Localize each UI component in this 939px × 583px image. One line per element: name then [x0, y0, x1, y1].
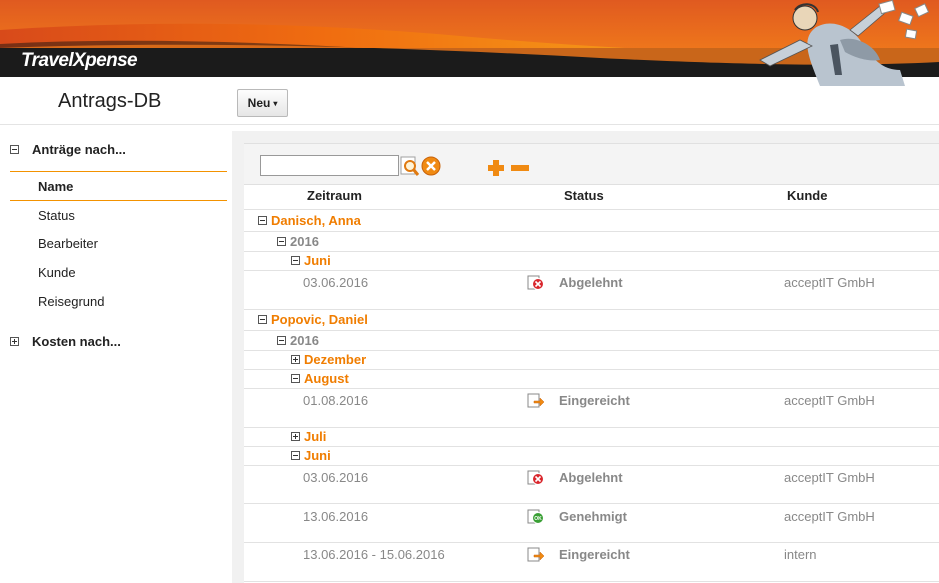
tree-person[interactable]: Popovic, Daniel	[258, 312, 368, 327]
sidebar-group-costs[interactable]: Kosten nach...	[10, 334, 121, 349]
tree-year[interactable]: 2016	[277, 234, 319, 249]
person-name: Danisch, Anna	[271, 213, 361, 228]
collapse-icon[interactable]	[291, 451, 300, 460]
month-label: Juni	[304, 253, 331, 268]
sidebar-item-kunde[interactable]: Kunde	[10, 257, 227, 287]
status-cell: Abgelehnt	[559, 275, 623, 290]
month-label: August	[304, 371, 349, 386]
customer-cell: acceptIT GmbH	[784, 509, 875, 524]
customer-cell: acceptIT GmbH	[784, 275, 875, 290]
divider	[244, 503, 939, 504]
divider	[244, 369, 939, 370]
new-button-label: Neu	[247, 96, 271, 110]
period-cell[interactable]: 01.08.2016	[303, 393, 368, 408]
sidebar-item-name[interactable]: Name	[10, 171, 227, 201]
search-input[interactable]	[260, 155, 399, 176]
column-header-period[interactable]: Zeitraum	[307, 188, 362, 203]
expand-icon[interactable]	[291, 432, 300, 441]
customer-cell: acceptIT GmbH	[784, 470, 875, 485]
column-header-customer[interactable]: Kunde	[787, 188, 827, 203]
divider	[244, 270, 939, 271]
status-cell: Eingereicht	[559, 547, 630, 562]
sidebar: Anträge nach... Name Status Bearbeiter K…	[0, 125, 232, 583]
expand-icon[interactable]	[291, 355, 300, 364]
period-cell[interactable]: 03.06.2016	[303, 275, 368, 290]
status-cell: Genehmigt	[559, 509, 627, 524]
sidebar-group-requests[interactable]: Anträge nach...	[10, 142, 126, 157]
collapse-icon[interactable]	[258, 315, 267, 324]
expand-icon[interactable]	[10, 337, 19, 346]
svg-text:OK: OK	[534, 516, 542, 522]
submitted-icon	[527, 393, 545, 408]
sidebar-item-label: Bearbeiter	[38, 235, 98, 251]
sidebar-group-label: Anträge nach...	[32, 142, 126, 157]
sidebar-item-label: Name	[38, 178, 74, 194]
minus-icon[interactable]	[510, 159, 530, 177]
customer-cell: intern	[784, 547, 817, 562]
period-cell[interactable]: 13.06.2016 - 15.06.2016	[303, 547, 445, 562]
tree-month[interactable]: August	[291, 371, 349, 386]
status-cell: Abgelehnt	[559, 470, 623, 485]
divider	[244, 251, 939, 252]
divider	[244, 446, 939, 447]
collapse-icon[interactable]	[291, 256, 300, 265]
caret-down-icon: ▾	[273, 98, 278, 108]
sidebar-item-label: Status	[38, 207, 75, 223]
tree-month[interactable]: Dezember	[291, 352, 366, 367]
new-button[interactable]: Neu ▾	[237, 89, 288, 117]
divider	[244, 231, 939, 232]
year-label: 2016	[290, 333, 319, 348]
period-cell[interactable]: 03.06.2016	[303, 470, 368, 485]
divider	[244, 581, 939, 582]
tree-month[interactable]: Juni	[291, 448, 331, 463]
main-panel: Zeitraum Status Kunde Danisch, Anna 2016…	[244, 143, 939, 583]
year-label: 2016	[290, 234, 319, 249]
sidebar-item-reisegrund[interactable]: Reisegrund	[10, 286, 227, 316]
approved-icon: OK	[527, 509, 544, 524]
period-cell[interactable]: 13.06.2016	[303, 509, 368, 524]
tree-month[interactable]: Juli	[291, 429, 326, 444]
divider	[244, 542, 939, 543]
collapse-icon[interactable]	[258, 216, 267, 225]
app-logo: TravelXpense	[21, 50, 138, 71]
sidebar-item-label: Kunde	[38, 264, 76, 280]
column-header-status[interactable]: Status	[564, 188, 604, 203]
tree-person[interactable]: Danisch, Anna	[258, 213, 361, 228]
month-label: Dezember	[304, 352, 367, 367]
magnifier-icon[interactable]	[400, 156, 420, 177]
month-label: Juni	[304, 448, 331, 463]
collapse-icon[interactable]	[277, 336, 286, 345]
divider	[244, 350, 939, 351]
tree-year[interactable]: 2016	[277, 333, 319, 348]
collapse-icon[interactable]	[10, 145, 19, 154]
person-name: Popovic, Daniel	[271, 312, 368, 327]
sidebar-item-bearbeiter[interactable]: Bearbeiter	[10, 228, 227, 258]
clear-icon[interactable]	[421, 156, 441, 176]
header-banner: TravelXpense	[0, 0, 939, 86]
rejected-icon	[527, 470, 544, 485]
status-cell: Eingereicht	[559, 393, 630, 408]
submitted-icon	[527, 547, 545, 562]
collapse-icon[interactable]	[277, 237, 286, 246]
plus-icon[interactable]	[487, 159, 505, 177]
tree-month[interactable]: Juni	[291, 253, 331, 268]
divider	[244, 388, 939, 389]
divider	[244, 465, 939, 466]
page-title: Antrags-DB	[58, 90, 162, 112]
sidebar-item-status[interactable]: Status	[10, 200, 227, 230]
divider	[244, 309, 939, 310]
sidebar-item-label: Reisegrund	[38, 293, 105, 309]
month-label: Juli	[304, 429, 327, 444]
divider	[244, 209, 939, 210]
banner-graphic	[0, 0, 939, 86]
rejected-icon	[527, 275, 544, 290]
divider	[244, 330, 939, 331]
customer-cell: acceptIT GmbH	[784, 393, 875, 408]
sidebar-group-label: Kosten nach...	[32, 334, 121, 349]
filter-bar	[244, 143, 939, 185]
divider	[244, 427, 939, 428]
collapse-icon[interactable]	[291, 374, 300, 383]
